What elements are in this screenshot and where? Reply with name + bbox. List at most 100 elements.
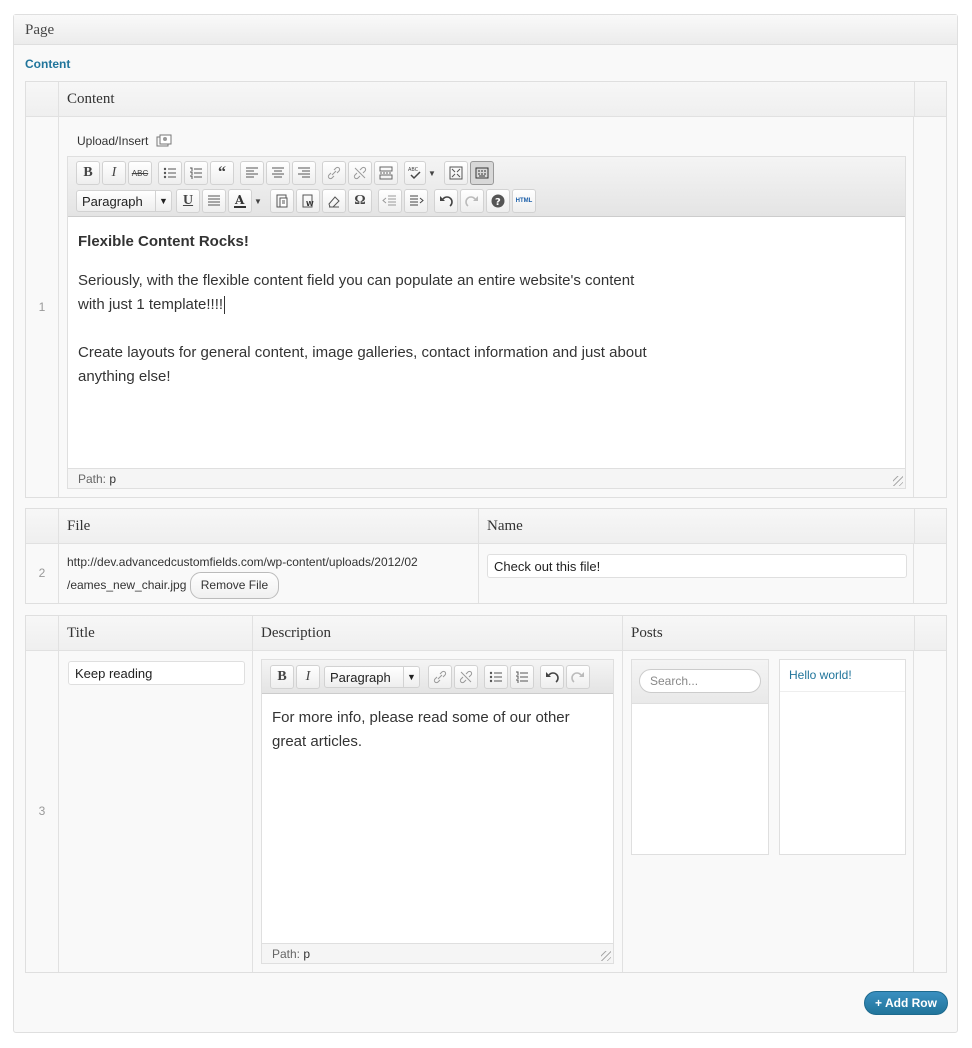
description-line-1: For more info, please read some of our o… bbox=[272, 709, 570, 726]
spellcheck-button[interactable]: ABC bbox=[404, 161, 426, 185]
column-divider bbox=[622, 651, 623, 972]
link-icon[interactable] bbox=[322, 161, 346, 185]
editor-3-path: Path: p bbox=[262, 943, 613, 963]
text-color-dropdown[interactable]: ▼ bbox=[252, 189, 264, 213]
resize-grip-icon[interactable] bbox=[893, 476, 903, 486]
add-row-button[interactable]: + Add Row bbox=[864, 991, 948, 1015]
more-tag-icon[interactable] bbox=[374, 161, 398, 185]
undo-icon[interactable] bbox=[540, 665, 564, 689]
remove-file-button[interactable]: Remove File bbox=[189, 572, 280, 599]
file-name-input[interactable]: Check out this file! bbox=[487, 554, 907, 578]
text-color-button[interactable]: A bbox=[228, 189, 252, 213]
upload-insert[interactable]: Upload/Insert bbox=[77, 134, 172, 148]
align-left-button[interactable] bbox=[240, 161, 264, 185]
editor-1-body[interactable]: Flexible Content Rocks! Seriously, with … bbox=[68, 230, 905, 389]
layout-2-header-name: Name bbox=[478, 509, 914, 544]
content-heading: Flexible Content Rocks! bbox=[78, 233, 249, 250]
editor-1-toolbar: B I ABC “ ABC ▼ Paragraph ▼ U A ▼ W Ω ? … bbox=[68, 157, 905, 217]
format-select[interactable]: Paragraph ▼ bbox=[76, 190, 172, 212]
fullscreen-icon[interactable] bbox=[444, 161, 468, 185]
file-url-line-1[interactable]: http://dev.advancedcustomfields.com/wp-c… bbox=[67, 553, 418, 572]
numbered-list-button[interactable] bbox=[510, 665, 534, 689]
undo-icon[interactable] bbox=[434, 189, 458, 213]
format-select[interactable]: Paragraph ▼ bbox=[324, 666, 420, 688]
layout-row-1: Content 1 Upload/Insert B I ABC “ ABC ▼ … bbox=[25, 81, 947, 498]
html-icon[interactable]: HTML bbox=[512, 189, 536, 213]
content-paragraph-1-line-1: Seriously, with the flexible content fie… bbox=[78, 272, 635, 289]
blockquote-button[interactable]: “ bbox=[210, 161, 234, 185]
column-divider bbox=[252, 651, 253, 972]
content-paragraph-2-line-2: anything else! bbox=[78, 368, 171, 385]
row-handle-1[interactable] bbox=[913, 117, 946, 497]
title-input[interactable]: Keep reading bbox=[68, 661, 245, 685]
italic-button[interactable]: I bbox=[102, 161, 126, 185]
bullet-list-button[interactable] bbox=[484, 665, 508, 689]
description-line-2: great articles. bbox=[272, 733, 363, 750]
file-url-line-2-row: /eames_new_chair.jpg Remove File bbox=[67, 572, 418, 599]
kitchen-sink-icon[interactable] bbox=[470, 161, 494, 185]
redo-icon[interactable] bbox=[460, 189, 484, 213]
format-select-value: Paragraph bbox=[330, 669, 391, 685]
paste-text-icon[interactable] bbox=[270, 189, 294, 213]
path-value[interactable]: p bbox=[109, 472, 116, 486]
row-number-3[interactable]: 3 bbox=[26, 651, 59, 972]
justify-button[interactable] bbox=[202, 189, 226, 213]
layout-3-header: Title Description Posts bbox=[26, 616, 946, 651]
format-select-value: Paragraph bbox=[82, 193, 143, 209]
media-icon[interactable] bbox=[156, 134, 172, 148]
editor-3-body[interactable]: For more info, please read some of our o… bbox=[262, 706, 613, 754]
align-right-button[interactable] bbox=[292, 161, 316, 185]
svg-text:A: A bbox=[234, 193, 245, 207]
svg-text:W: W bbox=[306, 200, 314, 208]
eraser-icon[interactable] bbox=[322, 189, 346, 213]
help-icon[interactable]: ? bbox=[486, 189, 510, 213]
row-number-1[interactable]: 1 bbox=[26, 117, 59, 497]
svg-text:?: ? bbox=[495, 197, 501, 208]
layout-1-header-content: Content bbox=[58, 82, 914, 117]
posts-selected-list: Hello world! bbox=[779, 659, 906, 855]
unlink-icon[interactable] bbox=[348, 161, 372, 185]
chevron-down-icon: ▼ bbox=[403, 667, 419, 687]
path-label: Path: bbox=[78, 472, 107, 486]
posts-search-input[interactable]: Search... bbox=[639, 669, 761, 693]
link-icon[interactable] bbox=[428, 665, 452, 689]
content-paragraph-1-line-2: with just 1 template!!!! bbox=[78, 293, 895, 317]
redo-icon[interactable] bbox=[566, 665, 590, 689]
numbered-list-button[interactable] bbox=[184, 161, 208, 185]
path-value[interactable]: p bbox=[303, 947, 310, 961]
bullet-list-button[interactable] bbox=[158, 161, 182, 185]
spellcheck-dropdown[interactable]: ▼ bbox=[426, 161, 438, 185]
field-label: Content bbox=[25, 57, 71, 71]
row-number-2[interactable]: 2 bbox=[26, 544, 59, 603]
row-handle-2[interactable] bbox=[913, 544, 946, 603]
indent-icon[interactable] bbox=[404, 189, 428, 213]
underline-button[interactable]: U bbox=[176, 189, 200, 213]
file-info: http://dev.advancedcustomfields.com/wp-c… bbox=[67, 553, 418, 599]
bold-button[interactable]: B bbox=[270, 665, 294, 689]
page-postbox: Page Content Content 1 Upload/Insert B I… bbox=[13, 14, 958, 1033]
editor-1-path: Path: p bbox=[68, 468, 905, 488]
upload-insert-label: Upload/Insert bbox=[77, 134, 149, 148]
bold-button[interactable]: B bbox=[76, 161, 100, 185]
layout-row-3: Title Description Posts 3 Keep reading B… bbox=[25, 615, 947, 973]
path-label: Path: bbox=[272, 947, 301, 961]
unlink-icon[interactable] bbox=[454, 665, 478, 689]
layout-2-header-spacer bbox=[914, 509, 947, 544]
chevron-down-icon: ▼ bbox=[155, 191, 171, 211]
file-url-line-2[interactable]: /eames_new_chair.jpg bbox=[67, 578, 186, 592]
align-center-button[interactable] bbox=[266, 161, 290, 185]
paste-word-icon[interactable]: W bbox=[296, 189, 320, 213]
row-handle-3[interactable] bbox=[913, 651, 946, 972]
strikethrough-button[interactable]: ABC bbox=[128, 161, 152, 185]
italic-button[interactable]: I bbox=[296, 665, 320, 689]
selected-post-item[interactable]: Hello world! bbox=[780, 660, 905, 692]
layout-2-header-file: File bbox=[58, 509, 478, 544]
layout-3-header-spacer bbox=[914, 616, 947, 651]
resize-grip-icon[interactable] bbox=[601, 951, 611, 961]
content-paragraph-2-line-1: Create layouts for general content, imag… bbox=[78, 344, 647, 361]
layout-3-header-posts: Posts bbox=[622, 616, 914, 651]
special-character-icon[interactable]: Ω bbox=[348, 189, 372, 213]
posts-search-bar: Search... bbox=[632, 660, 768, 704]
outdent-icon[interactable] bbox=[378, 189, 402, 213]
layout-row-2: File Name 2 http://dev.advancedcustomfie… bbox=[25, 508, 947, 604]
